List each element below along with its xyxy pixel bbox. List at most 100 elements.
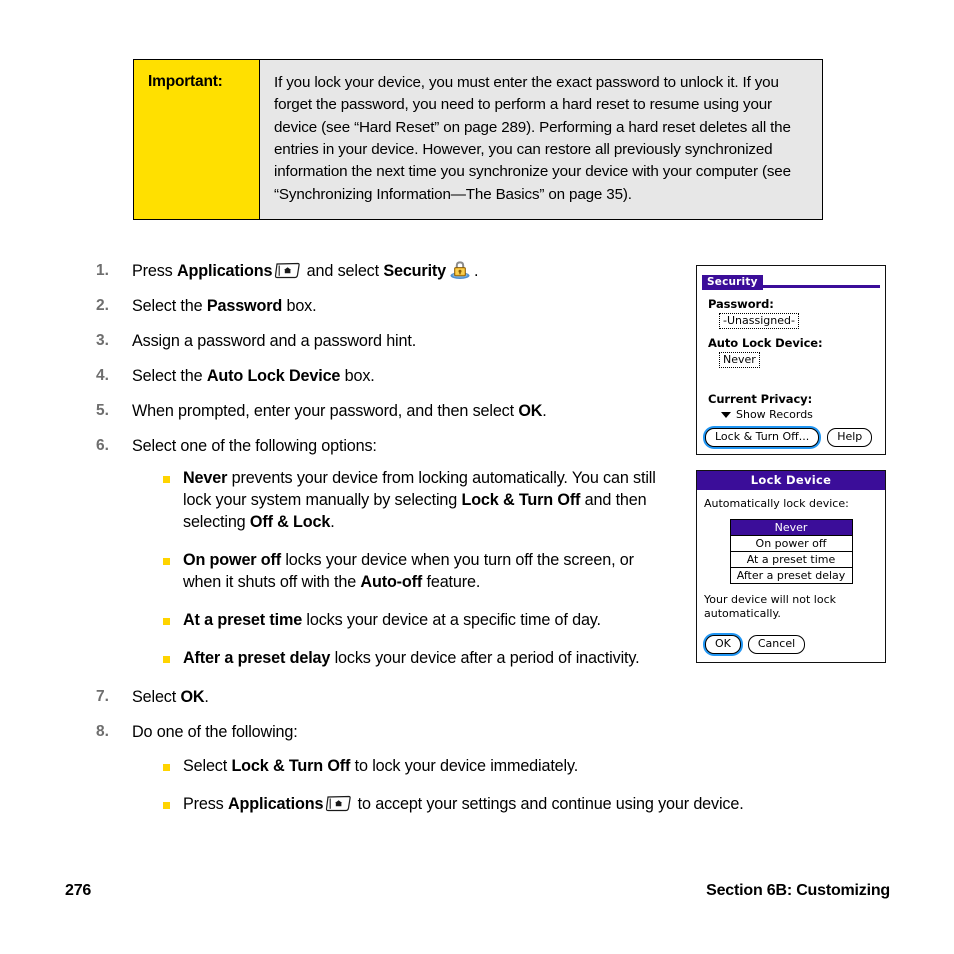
bullet-marker — [163, 647, 183, 669]
autolock-field[interactable]: Never — [719, 352, 760, 368]
step-1: 1. Press Applications and select Securit… — [96, 260, 676, 282]
ok-button[interactable]: OK — [705, 635, 741, 654]
step-1-number: 1. — [96, 262, 109, 279]
bullet-marker — [163, 755, 183, 777]
step-2-bold-password: Password — [206, 297, 283, 316]
step-4-bold-autolock: Auto Lock Device — [206, 367, 341, 386]
step-1-text-a: Press — [132, 262, 177, 280]
password-field[interactable]: -Unassigned- — [719, 313, 799, 329]
procedure-steps-lower: 7. Select OK. 8. Do one of the following… — [96, 686, 886, 826]
security-button-row: Lock & Turn Off... Help — [705, 428, 873, 447]
lock-device-title: Lock Device — [697, 471, 885, 490]
bullet-square-icon — [163, 558, 170, 566]
footer-page-number: 276 — [65, 882, 92, 899]
step-4-text-a: Select the — [132, 367, 207, 386]
autolock-label: Auto Lock Device: — [708, 336, 823, 350]
current-privacy-label: Current Privacy: — [708, 392, 813, 406]
step-6: 6. Select one of the following options: … — [96, 435, 676, 680]
option-presettime-desc: locks your device at a specific time of … — [302, 611, 601, 630]
step-5-bold-ok: OK — [518, 402, 543, 421]
applications-icon — [325, 795, 352, 812]
final-option-apps-b: to accept your settings and continue usi… — [353, 795, 744, 814]
important-callout: Important: If you lock your device, you … — [133, 59, 823, 221]
list-item: On power off locks your device when you … — [163, 549, 676, 593]
option-never-term: Never — [183, 469, 228, 488]
footer-section-title: Section 6B: Customizing — [706, 882, 890, 899]
step-2-text: Select the Password box. — [132, 295, 676, 317]
step-3-text: Assign a password and a password hint. — [132, 332, 417, 351]
step-5: 5. When prompted, enter your password, a… — [96, 400, 676, 422]
option-presetdelay-desc: locks your device after a period of inac… — [330, 649, 640, 668]
step-8: 8. Do one of the following: Select Lock … — [96, 721, 886, 826]
bullet-marker — [163, 549, 183, 593]
lock-device-prompt: Automatically lock device: — [704, 497, 849, 510]
applications-icon — [274, 262, 301, 279]
step-7-text-a: Select — [132, 688, 181, 706]
final-option-lock-a: Select — [183, 757, 232, 776]
option-never-bold-lockturnoff: Lock & Turn Off — [461, 491, 581, 510]
privacy-selector[interactable]: Show Records — [721, 408, 885, 421]
important-body: If you lock your device, you must enter … — [260, 60, 822, 220]
step-2-number: 2. — [96, 297, 109, 315]
security-lock-icon — [448, 260, 472, 280]
step-2-text-c: box. — [282, 297, 317, 316]
lock-device-option-list: Never On power off At a preset time Afte… — [729, 519, 853, 584]
list-item: Select Lock & Turn Off to lock your devi… — [163, 755, 886, 777]
privacy-value: Show Records — [736, 408, 813, 421]
option-presettime-text: At a preset time locks your device at a … — [183, 609, 676, 631]
step-1-bold-applications: Applications — [176, 262, 273, 280]
step-1-text-c: and select — [302, 262, 384, 280]
lock-and-turn-off-button[interactable]: Lock & Turn Off... — [705, 428, 820, 447]
step-5-text-a: When prompted, enter your password, and … — [132, 402, 519, 421]
step-7: 7. Select OK. — [96, 686, 886, 708]
procedure-steps: 1. Press Applications and select Securit… — [96, 260, 676, 693]
step-5-text-c: . — [542, 402, 547, 421]
bullet-square-icon — [163, 476, 170, 484]
lock-option-never[interactable]: Never — [730, 520, 852, 536]
important-label: Important: — [134, 60, 260, 220]
help-button[interactable]: Help — [827, 428, 873, 447]
lock-options-list: Never prevents your device from locking … — [163, 467, 676, 669]
option-never-bold-offlock: Off & Lock — [249, 513, 331, 532]
final-option-lock-bold: Lock & Turn Off — [231, 757, 351, 776]
final-option-apps-a: Press — [183, 795, 228, 814]
bullet-marker — [163, 793, 183, 815]
lock-option-at-a-preset-time[interactable]: At a preset time — [730, 552, 852, 568]
step-5-text: When prompted, enter your password, and … — [132, 400, 676, 422]
option-never-text: Never prevents your device from locking … — [183, 467, 676, 533]
step-7-text-c: . — [204, 688, 209, 706]
bullet-marker — [163, 467, 183, 533]
bullet-square-icon — [163, 764, 170, 772]
step-6-text: Select one of the following options: Nev… — [132, 435, 676, 680]
lock-option-on-power-off[interactable]: On power off — [730, 536, 852, 552]
option-onpoweroff-text: On power off locks your device when you … — [183, 549, 676, 593]
step-7-text: Select OK. — [132, 686, 886, 708]
step-1-text-e: . — [474, 262, 479, 280]
step-3: 3. Assign a password and a password hint… — [96, 330, 676, 352]
final-option-apps-bold: Applications — [227, 795, 324, 814]
lock-option-after-a-preset-delay[interactable]: After a preset delay — [730, 568, 852, 583]
option-onpoweroff-bold-autooff: Auto-off — [360, 573, 423, 592]
list-item: At a preset time locks your device at a … — [163, 609, 676, 631]
option-onpoweroff-desc-2: feature. — [422, 573, 481, 592]
option-presetdelay-term: After a preset delay — [183, 649, 331, 668]
security-screen-screenshot: Security Password: -Unassigned- Auto Loc… — [696, 265, 886, 455]
security-titlebar: Security — [702, 270, 880, 290]
option-presetdelay-text: After a preset delay locks your device a… — [183, 647, 676, 669]
password-label: Password: — [708, 297, 774, 311]
final-options-list: Select Lock & Turn Off to lock your devi… — [163, 755, 886, 815]
step-1-text: Press Applications and select Security. — [132, 260, 676, 282]
step-4-text: Select the Auto Lock Device box. — [132, 365, 676, 387]
step-4: 4. Select the Auto Lock Device box. — [96, 365, 676, 387]
step-3-number: 3. — [96, 332, 109, 350]
cancel-button[interactable]: Cancel — [747, 635, 806, 654]
step-8-number: 8. — [96, 723, 109, 741]
final-option-lock-text: Select Lock & Turn Off to lock your devi… — [183, 755, 886, 777]
list-item: Press Applications to accept your settin… — [163, 793, 886, 815]
step-8-label: Do one of the following: — [132, 723, 298, 742]
step-7-number: 7. — [96, 688, 109, 705]
step-8-text: Do one of the following: Select Lock & T… — [132, 721, 886, 826]
option-never-desc-3: . — [330, 513, 335, 532]
option-onpoweroff-term: On power off — [183, 551, 282, 570]
